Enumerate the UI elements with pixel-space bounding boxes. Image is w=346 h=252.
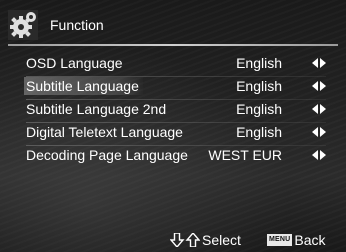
menu-header: Function bbox=[8, 8, 338, 42]
menu-item-label: Subtitle Language 2nd bbox=[26, 101, 167, 117]
menu-item-label: Subtitle Language bbox=[24, 77, 143, 95]
menu-item-label: OSD Language bbox=[26, 55, 123, 71]
menu-key-icon: MENU bbox=[267, 234, 293, 246]
tv-menu-screen: Function OSD Language English Subtitle L… bbox=[0, 0, 346, 252]
back-hint: MENU Back bbox=[267, 232, 326, 248]
menu-item-value: English bbox=[236, 78, 282, 94]
menu-item-digital-teletext-language[interactable]: Digital Teletext Language English bbox=[26, 121, 326, 146]
menu-item-subtitle-language[interactable]: Subtitle Language English bbox=[24, 75, 326, 100]
left-right-arrows-icon[interactable] bbox=[312, 104, 326, 114]
menu-item-value: English bbox=[236, 124, 282, 140]
up-down-arrows-icon bbox=[170, 233, 200, 247]
menu-item-label: Digital Teletext Language bbox=[26, 124, 183, 140]
left-right-arrows-icon[interactable] bbox=[312, 150, 326, 160]
menu-item-decoding-page-language[interactable]: Decoding Page Language WEST EUR bbox=[26, 144, 326, 166]
gear-icon bbox=[8, 10, 38, 40]
menu-item-osd-language[interactable]: OSD Language English bbox=[26, 52, 326, 77]
header-divider bbox=[8, 44, 338, 46]
footer-hints: Select MENU Back bbox=[0, 230, 346, 250]
menu-item-value: English bbox=[236, 101, 282, 117]
menu-item-label: Decoding Page Language bbox=[26, 147, 188, 163]
back-label: Back bbox=[294, 232, 326, 248]
select-hint: Select bbox=[170, 232, 241, 248]
left-right-arrows-icon[interactable] bbox=[312, 58, 326, 68]
menu-item-value: English bbox=[236, 55, 282, 71]
select-label: Select bbox=[202, 232, 241, 248]
left-right-arrows-icon[interactable] bbox=[312, 127, 326, 137]
left-right-arrows-icon[interactable] bbox=[312, 81, 326, 91]
menu-item-value: WEST EUR bbox=[208, 147, 282, 163]
page-title: Function bbox=[50, 17, 104, 33]
menu-item-subtitle-language-2nd[interactable]: Subtitle Language 2nd English bbox=[26, 98, 326, 123]
